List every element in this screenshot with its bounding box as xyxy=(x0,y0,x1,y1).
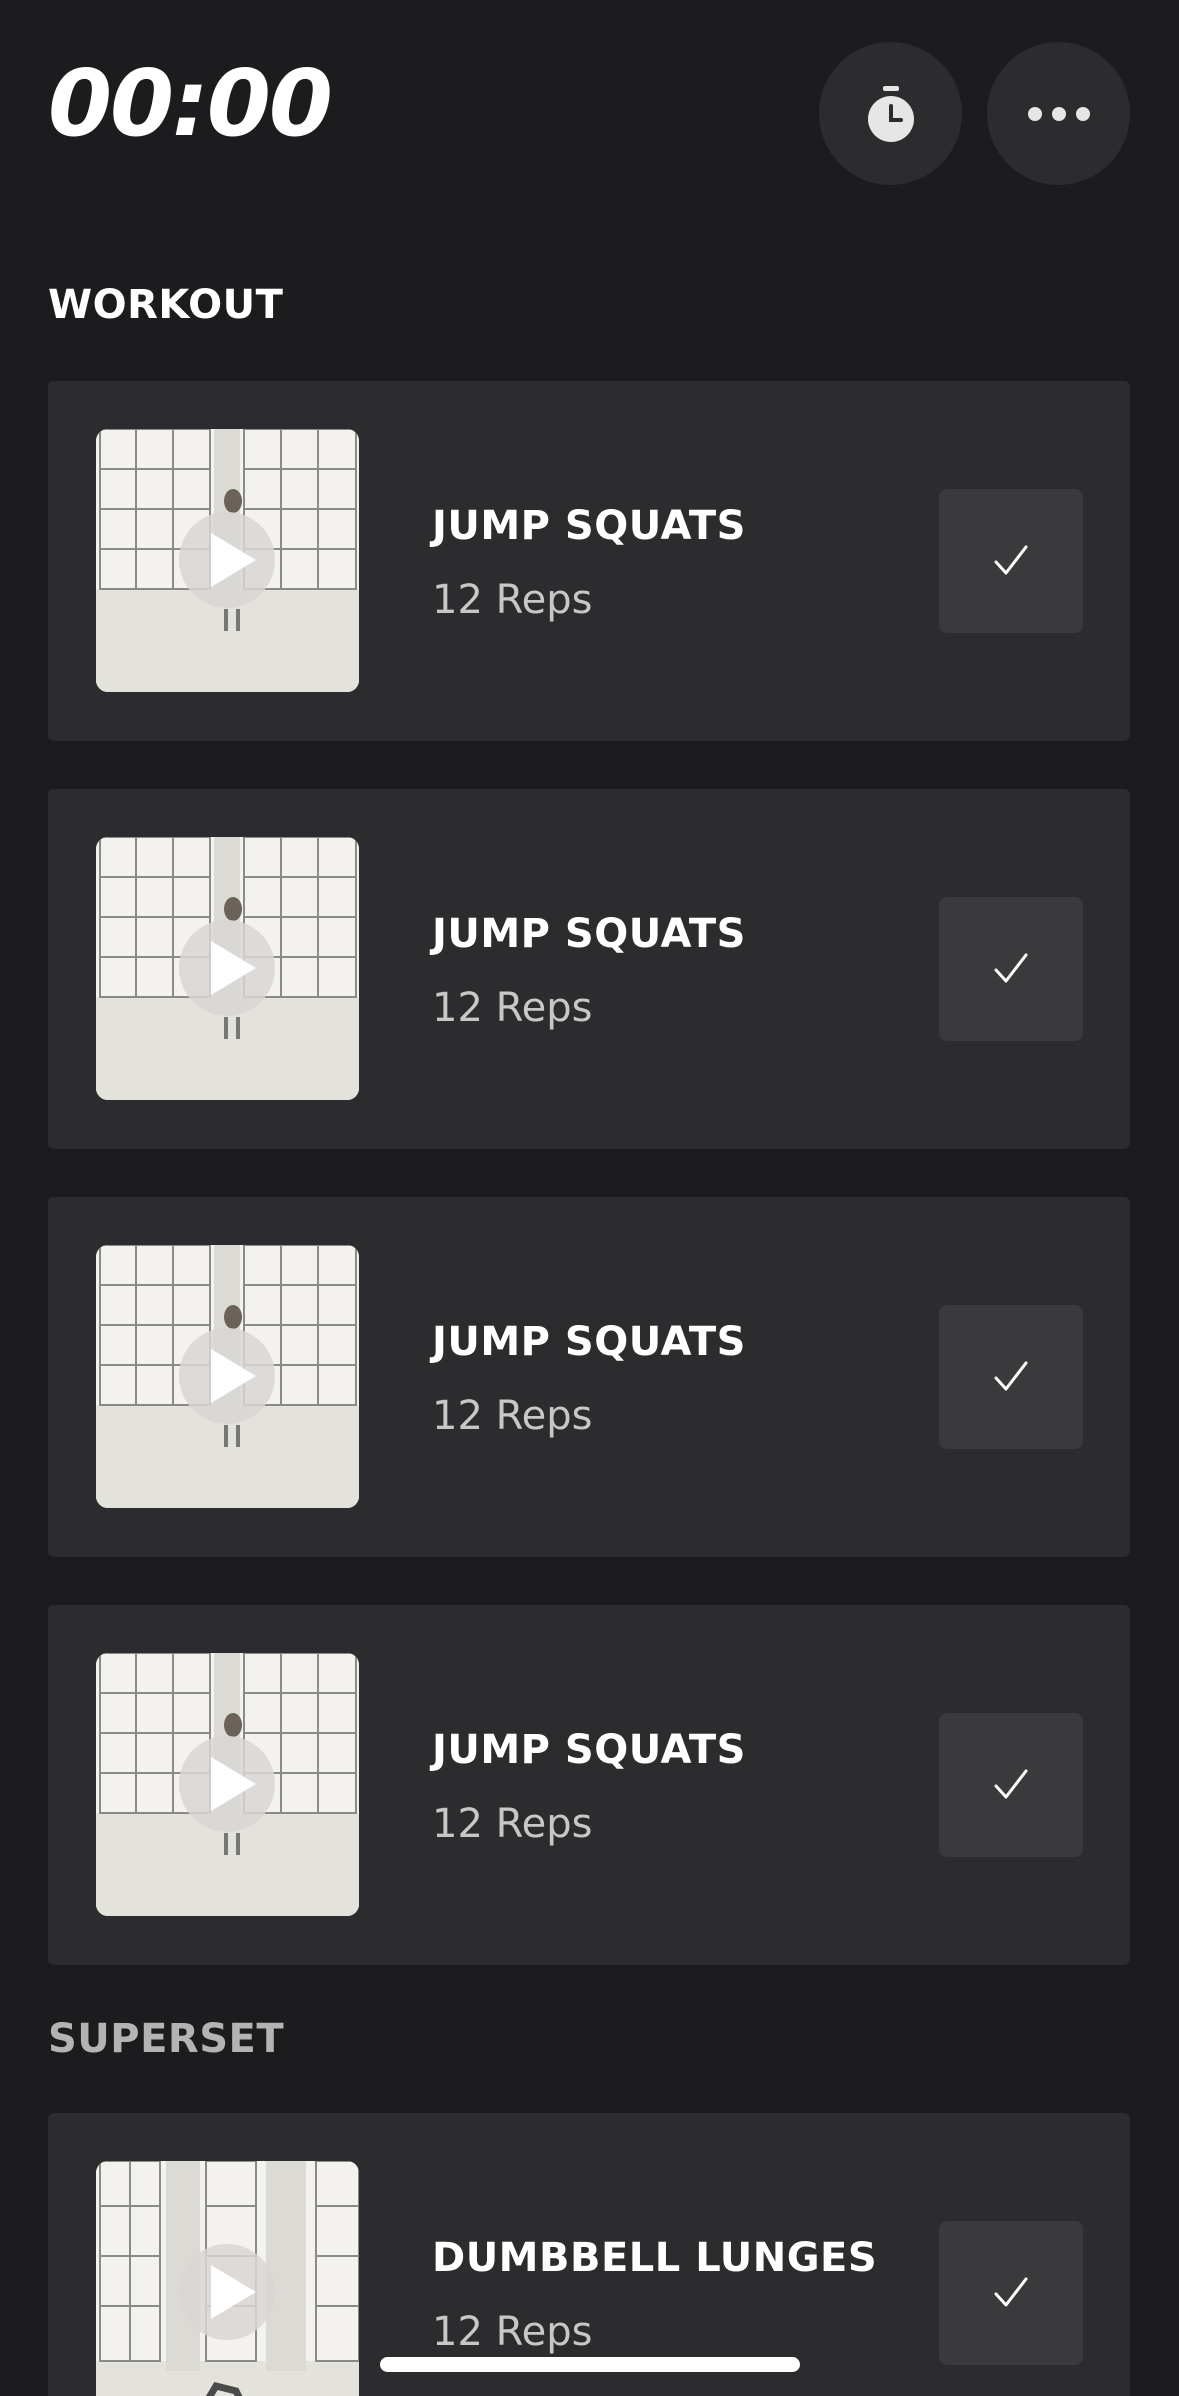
exercise-card[interactable]: JUMP SQUATS 12 Reps xyxy=(48,1197,1130,1557)
exercise-card[interactable]: JUMP SQUATS 12 Reps xyxy=(48,381,1130,741)
exercise-video-thumbnail[interactable] xyxy=(96,1653,359,1916)
checkmark-icon xyxy=(994,1361,1028,1391)
stopwatch-icon xyxy=(867,85,914,142)
exercise-name: JUMP SQUATS xyxy=(432,911,746,957)
complete-exercise-button[interactable] xyxy=(939,2221,1083,2365)
home-indicator[interactable] xyxy=(380,2357,800,2372)
stopwatch-button[interactable] xyxy=(819,42,962,185)
complete-exercise-button[interactable] xyxy=(939,1305,1083,1449)
checkmark-icon xyxy=(994,545,1028,575)
exercise-video-thumbnail[interactable] xyxy=(96,429,359,692)
exercise-reps: 12 Reps xyxy=(432,985,593,1031)
superset-section-title: SUPERSET xyxy=(48,2016,285,2062)
exercise-card[interactable]: JUMP SQUATS 12 Reps xyxy=(48,1605,1130,1965)
exercise-card[interactable]: DUMBBELL LUNGES 12 Reps xyxy=(48,2113,1130,2396)
exercise-video-thumbnail[interactable] xyxy=(96,1245,359,1508)
exercise-name: JUMP SQUATS xyxy=(432,503,746,549)
exercise-name: DUMBBELL LUNGES xyxy=(432,2235,878,2281)
exercise-reps: 12 Reps xyxy=(432,577,593,623)
checkmark-icon xyxy=(994,2277,1028,2307)
more-horizontal-icon xyxy=(1027,106,1090,121)
workout-section-title: WORKOUT xyxy=(48,282,284,328)
exercise-video-thumbnail[interactable] xyxy=(96,837,359,1100)
workout-timer: 00:00 xyxy=(48,50,333,157)
exercise-name: JUMP SQUATS xyxy=(432,1319,746,1365)
exercise-card[interactable]: JUMP SQUATS 12 Reps xyxy=(48,789,1130,1149)
exercise-name: JUMP SQUATS xyxy=(432,1727,746,1773)
exercise-reps: 12 Reps xyxy=(432,1801,593,1847)
checkmark-icon xyxy=(994,1769,1028,1799)
complete-exercise-button[interactable] xyxy=(939,897,1083,1041)
exercise-reps: 12 Reps xyxy=(432,1393,593,1439)
exercise-video-thumbnail[interactable] xyxy=(96,2161,359,2396)
exercise-reps: 12 Reps xyxy=(432,2309,593,2355)
workout-screen: 00:00 WORKOUT JUMP SQUATS 12 Reps JUMP S… xyxy=(0,0,1179,2396)
complete-exercise-button[interactable] xyxy=(939,489,1083,633)
checkmark-icon xyxy=(994,953,1028,983)
more-options-button[interactable] xyxy=(987,42,1130,185)
complete-exercise-button[interactable] xyxy=(939,1713,1083,1857)
